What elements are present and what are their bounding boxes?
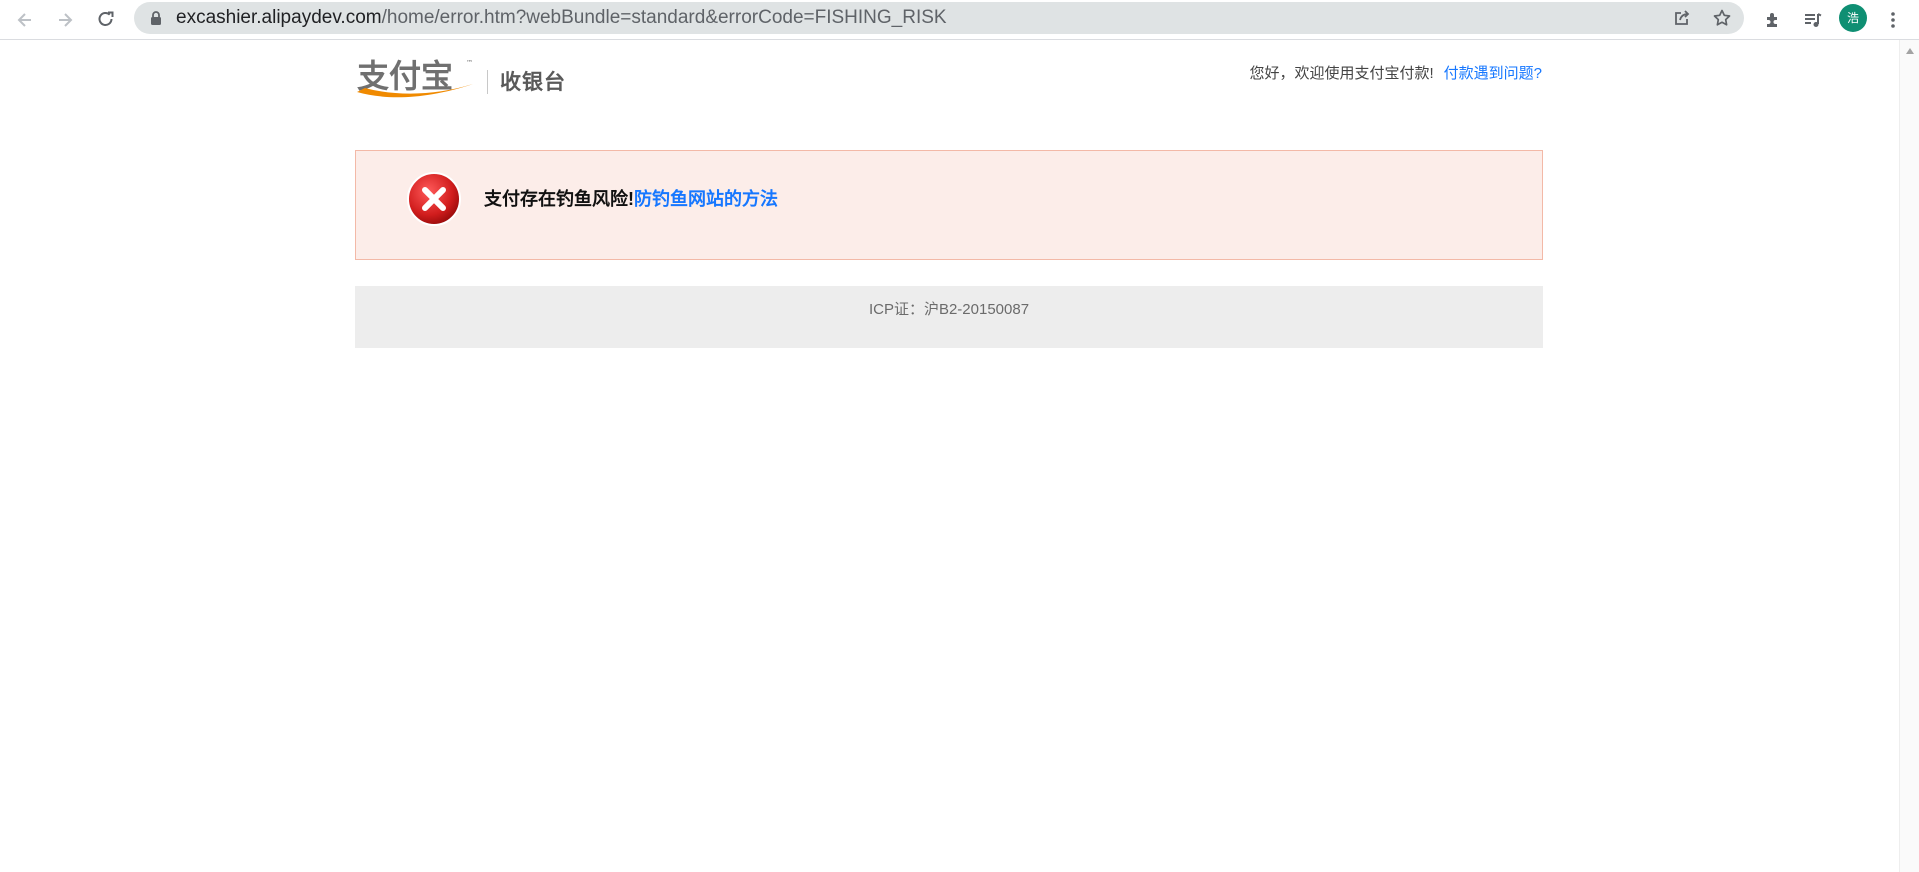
extensions-icon: [1767, 13, 1777, 27]
reload-button[interactable]: [89, 3, 123, 37]
anti-phishing-link[interactable]: 防钓鱼网站的方法: [634, 189, 778, 209]
footer: ICP证：沪B2-20150087: [355, 286, 1543, 348]
browser-toolbar: excashier.alipaydev.com/home/error.htm?w…: [0, 0, 1919, 40]
icp-license: ICP证：沪B2-20150087: [868, 301, 1030, 318]
media-control-button[interactable]: [1796, 3, 1830, 37]
alipay-logo: 支付宝 ™: [357, 57, 473, 98]
url-text[interactable]: excashier.alipaydev.com/home/error.htm?w…: [176, 2, 947, 34]
logo-text: 支付宝: [357, 57, 453, 95]
back-button[interactable]: [8, 3, 42, 37]
back-icon: [17, 13, 31, 27]
browser-menu-button[interactable]: [1876, 3, 1910, 37]
scroll-up-arrow-icon[interactable]: [1906, 48, 1914, 54]
lock-icon[interactable]: [148, 10, 164, 26]
logo-divider: [487, 70, 488, 94]
reload-icon: [98, 11, 114, 26]
header-greeting-area: 您好，欢迎使用支付宝付款! 付款遇到问题?: [1249, 62, 1542, 83]
vertical-scrollbar[interactable]: [1899, 40, 1919, 872]
forward-button[interactable]: [48, 3, 82, 37]
media-icon: [1805, 13, 1822, 27]
star-icon[interactable]: [1712, 8, 1732, 28]
alert-message: 支付存在钓鱼风险!: [484, 189, 634, 209]
alert-message-area: 支付存在钓鱼风险!防钓鱼网站的方法: [484, 185, 778, 211]
forward-icon: [59, 13, 73, 27]
payment-help-link[interactable]: 付款遇到问题?: [1444, 65, 1542, 82]
error-icon: [407, 172, 461, 226]
address-bar[interactable]: excashier.alipaydev.com/home/error.htm?w…: [134, 2, 1744, 34]
profile-avatar[interactable]: 浩: [1839, 4, 1867, 32]
menu-icon: [1891, 12, 1895, 28]
share-icon[interactable]: [1672, 8, 1692, 28]
extensions-button[interactable]: [1756, 3, 1790, 37]
logo-tm: ™: [466, 59, 473, 67]
cashier-title: 收银台: [500, 71, 566, 94]
greeting-text: 您好，欢迎使用支付宝付款!: [1249, 65, 1434, 82]
error-alert: 支付存在钓鱼风险!防钓鱼网站的方法: [355, 150, 1543, 260]
